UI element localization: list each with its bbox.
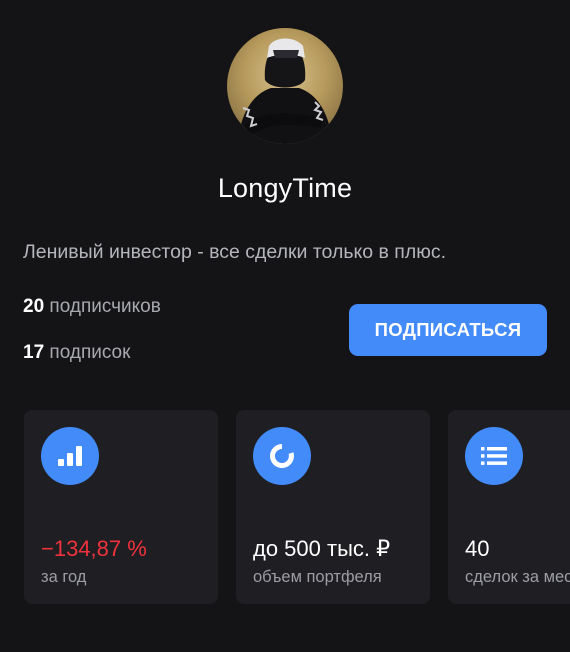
stat-card-yearly-return[interactable]: −134,87 % за год bbox=[24, 410, 218, 604]
avatar[interactable] bbox=[227, 28, 343, 144]
list-icon bbox=[465, 427, 523, 485]
following-number: 17 bbox=[23, 342, 45, 363]
following-count[interactable]: 17 подписок bbox=[23, 342, 130, 364]
stat-card-monthly-deals[interactable]: 40 сделок за месяц bbox=[448, 410, 570, 604]
donut-chart-icon bbox=[253, 427, 311, 485]
subscribe-button[interactable]: ПОДПИСАТЬСЯ bbox=[349, 304, 547, 356]
profile-page: LongyTime Ленивый инвестор - все сделки … bbox=[0, 0, 570, 652]
profile-bio: Ленивый инвестор - все сделки только в п… bbox=[23, 241, 447, 263]
username: LongyTime bbox=[217, 173, 353, 203]
avatar-image bbox=[237, 38, 333, 144]
yearly-return-caption: за год bbox=[41, 568, 87, 586]
bar-chart-icon bbox=[41, 427, 99, 485]
monthly-deals-caption: сделок за месяц bbox=[465, 568, 570, 586]
following-label: подписок bbox=[49, 342, 131, 363]
stat-card-portfolio-size[interactable]: до 500 тыс. ₽ объем портфеля bbox=[236, 410, 430, 604]
monthly-deals-value: 40 bbox=[465, 536, 490, 561]
portfolio-size-caption: объем портфеля bbox=[253, 568, 382, 586]
yearly-return-value: −134,87 % bbox=[41, 536, 147, 561]
followers-count[interactable]: 20 подписчиков bbox=[23, 296, 161, 318]
followers-number: 20 bbox=[23, 296, 45, 317]
followers-label: подписчиков bbox=[49, 296, 161, 317]
portfolio-size-value: до 500 тыс. ₽ bbox=[253, 536, 391, 561]
